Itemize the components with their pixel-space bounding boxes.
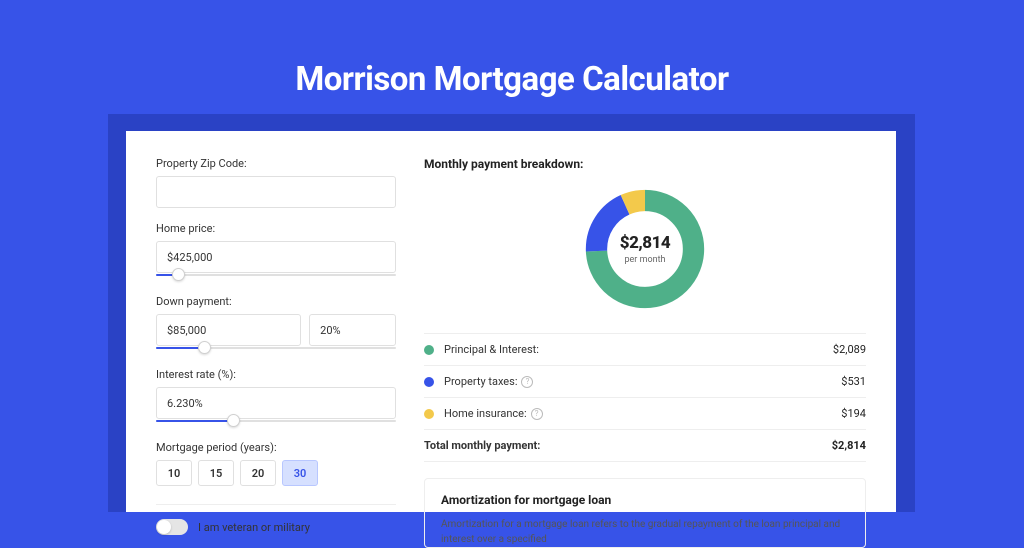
- breakdown-item-value: $194: [841, 407, 866, 420]
- veteran-label: I am veteran or military: [198, 521, 310, 534]
- breakdown-item-value: $2,089: [833, 343, 866, 356]
- breakdown-item-label: Principal & Interest:: [444, 343, 833, 356]
- breakdown-total-row: Total monthly payment:$2,814: [424, 430, 866, 462]
- interest-label: Interest rate (%):: [156, 368, 396, 381]
- breakdown-row: Home insurance:?$194: [424, 398, 866, 430]
- veteran-toggle[interactable]: [156, 519, 188, 535]
- home-price-slider[interactable]: [156, 271, 396, 281]
- legend-dot: [424, 377, 434, 387]
- calculator-panel: Property Zip Code: Home price: Down paym…: [126, 131, 896, 512]
- payment-donut-chart: $2,814 per month: [581, 185, 709, 313]
- field-zip: Property Zip Code:: [156, 157, 396, 208]
- field-interest: Interest rate (%):: [156, 368, 396, 427]
- divider: [156, 504, 396, 505]
- zip-input[interactable]: [156, 176, 396, 208]
- zip-label: Property Zip Code:: [156, 157, 396, 170]
- amortization-text: Amortization for a mortgage loan refers …: [441, 517, 849, 547]
- home-price-input[interactable]: [156, 241, 396, 273]
- slider-thumb[interactable]: [227, 414, 240, 427]
- down-payment-pct-input[interactable]: [309, 314, 396, 346]
- breakdown-item-value: $531: [841, 375, 866, 388]
- breakdown-column: Monthly payment breakdown: $2,814 per mo…: [424, 157, 866, 548]
- amortization-title: Amortization for mortgage loan: [441, 493, 849, 507]
- breakdown-row: Principal & Interest:$2,089: [424, 334, 866, 366]
- field-down-payment: Down payment:: [156, 295, 396, 354]
- breakdown-list: Principal & Interest:$2,089Property taxe…: [424, 333, 866, 462]
- breakdown-item-label: Property taxes:?: [444, 375, 841, 388]
- slider-thumb[interactable]: [172, 268, 185, 281]
- amortization-card: Amortization for mortgage loan Amortizat…: [424, 478, 866, 548]
- slider-thumb[interactable]: [198, 341, 211, 354]
- field-period: Mortgage period (years): 10152030: [156, 441, 396, 486]
- donut-center-sub: per month: [624, 255, 665, 265]
- info-icon[interactable]: ?: [531, 408, 543, 420]
- donut-center-amount: $2,814: [620, 233, 670, 253]
- period-option-15[interactable]: 15: [198, 460, 234, 486]
- total-label: Total monthly payment:: [424, 439, 832, 452]
- legend-dot: [424, 409, 434, 419]
- period-option-30[interactable]: 30: [282, 460, 318, 486]
- total-value: $2,814: [832, 439, 866, 452]
- breakdown-item-label: Home insurance:?: [444, 407, 841, 420]
- home-price-label: Home price:: [156, 222, 396, 235]
- down-payment-slider[interactable]: [156, 344, 396, 354]
- inputs-column: Property Zip Code: Home price: Down paym…: [156, 157, 396, 548]
- legend-dot: [424, 345, 434, 355]
- page-title: Morrison Mortgage Calculator: [0, 60, 1024, 99]
- period-label: Mortgage period (years):: [156, 441, 396, 454]
- toggle-knob: [157, 520, 171, 534]
- down-payment-input[interactable]: [156, 314, 301, 346]
- interest-slider[interactable]: [156, 417, 396, 427]
- breakdown-title: Monthly payment breakdown:: [424, 157, 866, 171]
- period-option-20[interactable]: 20: [240, 460, 276, 486]
- interest-input[interactable]: [156, 387, 396, 419]
- down-payment-label: Down payment:: [156, 295, 396, 308]
- veteran-row: I am veteran or military: [156, 519, 396, 535]
- field-home-price: Home price:: [156, 222, 396, 281]
- info-icon[interactable]: ?: [521, 376, 533, 388]
- breakdown-row: Property taxes:?$531: [424, 366, 866, 398]
- period-option-10[interactable]: 10: [156, 460, 192, 486]
